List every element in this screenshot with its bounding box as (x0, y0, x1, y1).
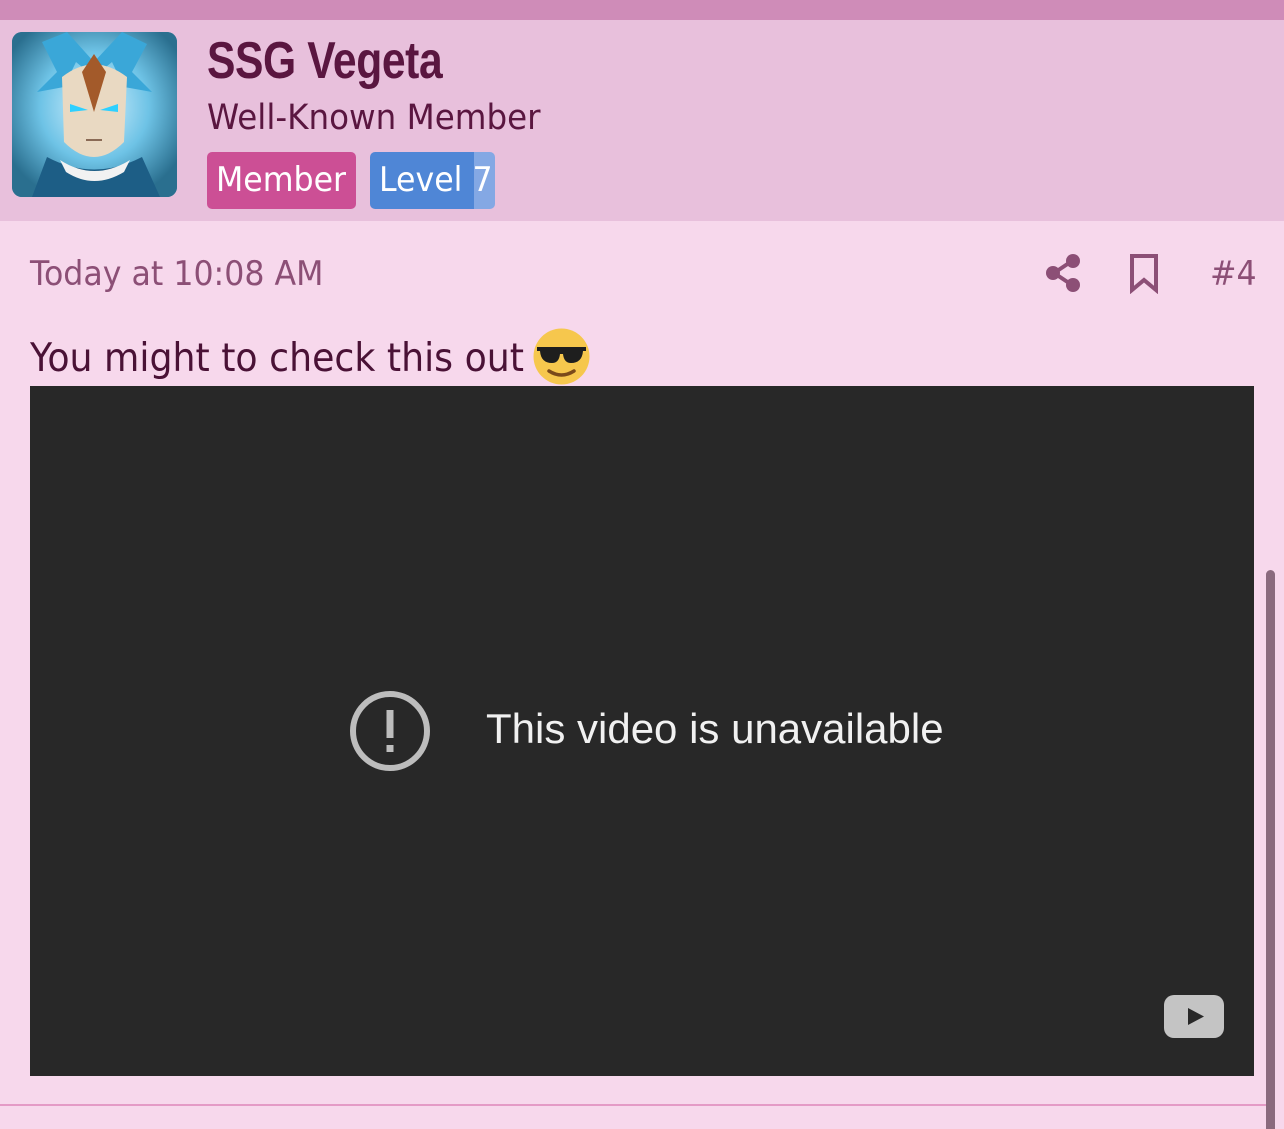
video-unavailable-message: This video is unavailable (486, 705, 944, 752)
member-badge: Member (207, 152, 356, 209)
youtube-icon[interactable] (1164, 995, 1224, 1038)
level-badge: Level 7 (370, 152, 495, 209)
share-icon (1046, 254, 1080, 292)
post-number-link[interactable]: #4 (1210, 252, 1257, 296)
bookmark-button[interactable] (1126, 252, 1164, 295)
post-user-header: SSG Vegeta Well-Known Member Member Leve… (0, 20, 1284, 221)
bookmark-icon (1130, 254, 1158, 295)
vegeta-avatar-image (12, 32, 177, 197)
member-badge-label: Member (216, 160, 347, 200)
user-title: Well-Known Member (207, 98, 541, 138)
share-button[interactable] (1044, 252, 1084, 294)
top-accent-stripe (0, 0, 1284, 20)
post-message-text: You might to check this out (30, 336, 524, 381)
level-badge-label: Level 7 (379, 160, 493, 200)
youtube-video-embed[interactable]: This video is unavailable (30, 386, 1254, 1076)
post-message: You might to check this out (30, 332, 561, 386)
sunglasses-emoji-icon (533, 328, 590, 385)
alert-circle-icon (350, 691, 430, 771)
scrollbar-thumb[interactable] (1266, 570, 1275, 1129)
username[interactable]: SSG Vegeta (207, 30, 443, 92)
user-avatar[interactable] (12, 32, 177, 197)
post-divider (0, 1104, 1266, 1106)
post-timestamp[interactable]: Today at 10:08 AM (30, 252, 323, 296)
